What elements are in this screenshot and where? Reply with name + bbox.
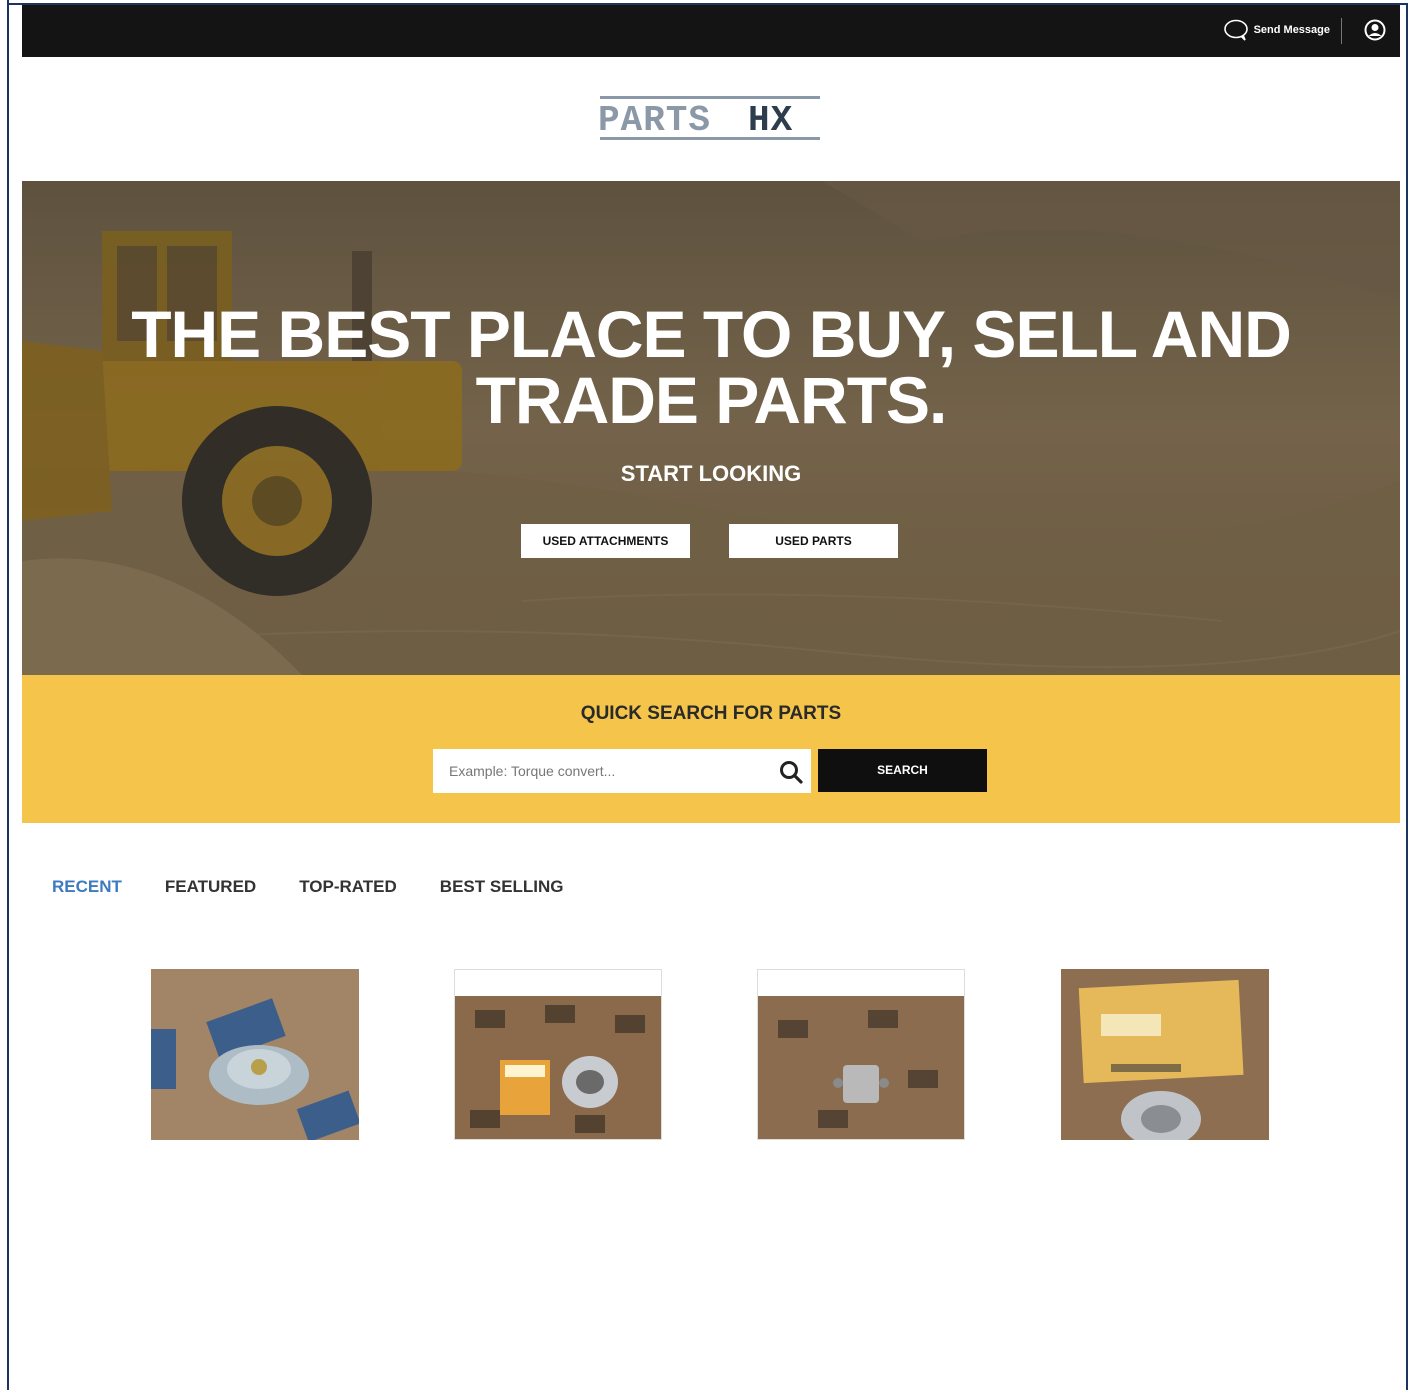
solenoid-switch-photo xyxy=(758,970,964,1139)
user-account-button[interactable] xyxy=(1364,19,1386,46)
svg-text:HX: HX xyxy=(748,100,793,141)
cat-boxed-part-photo xyxy=(1061,969,1269,1140)
search-button[interactable]: SEARCH xyxy=(818,749,987,792)
chat-bubble-icon xyxy=(1223,19,1248,41)
used-attachments-button[interactable]: USED ATTACHMENTS xyxy=(521,524,690,558)
product-card[interactable] xyxy=(1061,969,1269,1140)
search-input[interactable] xyxy=(433,749,811,793)
hero-banner: THE BEST PLACE TO BUY, SELL AND TRADE PA… xyxy=(22,181,1400,675)
product-card[interactable] xyxy=(151,969,359,1140)
svg-text:PARTS: PARTS xyxy=(598,100,711,141)
top-bar: Send Message xyxy=(22,5,1400,57)
used-parts-button[interactable]: USED PARTS xyxy=(729,524,898,558)
user-account-icon xyxy=(1364,19,1386,41)
cat-bearing-box-photo xyxy=(455,970,661,1139)
search-icon[interactable] xyxy=(779,760,803,784)
radiator-cap-photo xyxy=(151,969,359,1140)
header-divider xyxy=(1341,18,1342,44)
quick-search-title: QUICK SEARCH FOR PARTS xyxy=(580,703,842,724)
send-message-link[interactable]: Send Message xyxy=(1223,19,1330,41)
quick-search-section: QUICK SEARCH FOR PARTS SEARCH xyxy=(22,675,1400,823)
hero-title: THE BEST PLACE TO BUY, SELL AND TRADE PA… xyxy=(131,297,1292,437)
product-tabs: RECENT FEATURED TOP-RATED BEST SELLING xyxy=(52,877,607,897)
product-card[interactable] xyxy=(454,969,662,1140)
tab-featured[interactable]: FEATURED xyxy=(165,877,256,897)
window-frame-right xyxy=(1406,3,1408,1390)
tab-recent[interactable]: RECENT xyxy=(52,877,122,897)
product-card[interactable] xyxy=(757,969,965,1140)
send-message-label: Send Message xyxy=(1253,24,1330,36)
tab-best-selling[interactable]: BEST SELLING xyxy=(440,877,564,897)
hero-subtitle: START LOOKING xyxy=(620,461,802,486)
window-frame-left xyxy=(7,0,9,1390)
tab-top-rated[interactable]: TOP-RATED xyxy=(299,877,397,897)
site-logo[interactable]: PARTS HX xyxy=(598,96,822,142)
